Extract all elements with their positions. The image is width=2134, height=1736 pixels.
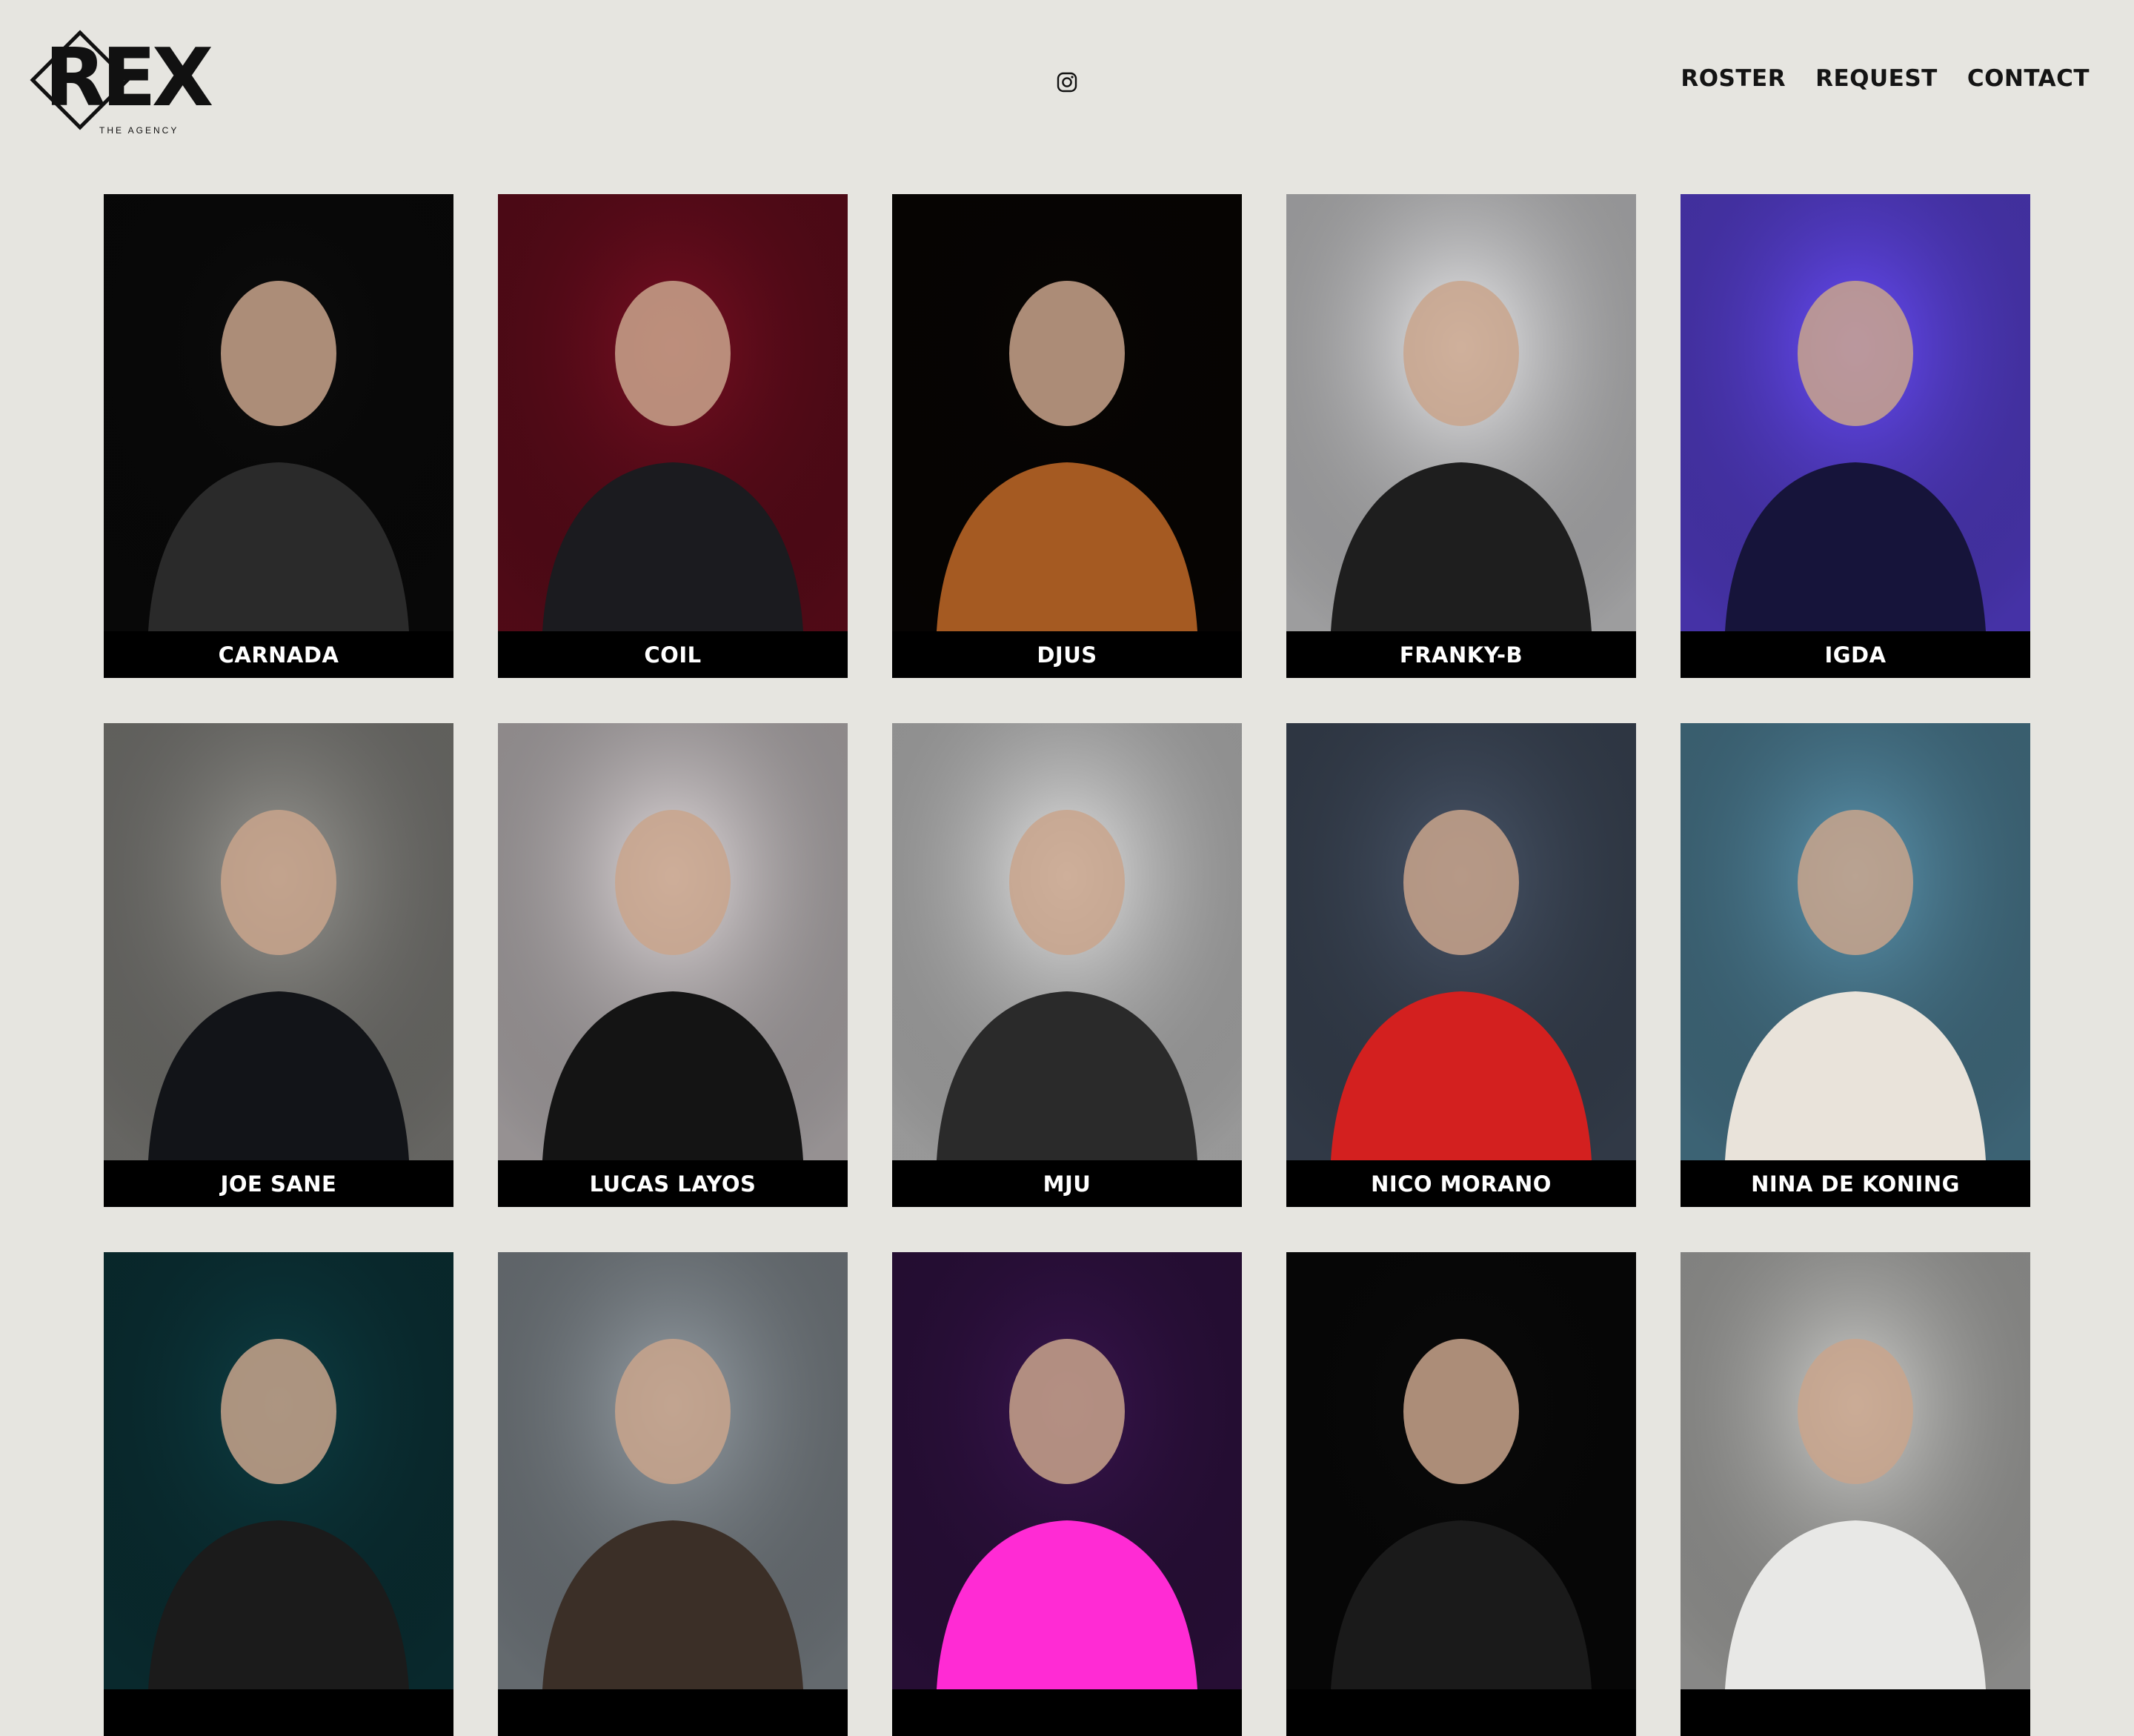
artist-card[interactable]: IGDA	[1681, 194, 2030, 678]
artist-card[interactable]: MJU	[892, 723, 1242, 1207]
artist-photo	[1681, 194, 2030, 631]
artist-name	[1286, 1689, 1636, 1736]
artist-card[interactable]: COIL	[498, 194, 848, 678]
artist-card[interactable]	[104, 1252, 453, 1736]
artist-photo	[892, 1252, 1242, 1689]
artist-card[interactable]: JOE SANE	[104, 723, 453, 1207]
logo-text: REX	[44, 32, 213, 124]
nav-contact-link[interactable]: CONTACT	[1967, 65, 2090, 92]
artist-photo	[498, 723, 848, 1160]
artist-photo	[104, 723, 453, 1160]
artist-name: DJUS	[892, 631, 1242, 678]
artist-photo	[1286, 194, 1636, 631]
rex-logo-mark: REX	[30, 30, 217, 130]
instagram-icon[interactable]	[1056, 71, 1078, 93]
artist-photo	[1286, 723, 1636, 1160]
artist-name: JOE SANE	[104, 1160, 453, 1207]
rex-logo[interactable]: REX THE AGENCY	[28, 28, 250, 139]
artist-photo	[1681, 1252, 2030, 1689]
artist-photo	[892, 723, 1242, 1160]
artist-card[interactable]: DJUS	[892, 194, 1242, 678]
artist-name: COIL	[498, 631, 848, 678]
artist-name: LUCAS LAYOS	[498, 1160, 848, 1207]
artist-photo	[498, 1252, 848, 1689]
artist-card[interactable]	[892, 1252, 1242, 1736]
nav-request-link[interactable]: REQUEST	[1815, 65, 1938, 92]
artist-photo	[892, 194, 1242, 631]
site-header: REX THE AGENCY ROSTER REQUEST CONTACT	[0, 0, 2134, 163]
artist-card[interactable]: NICO MORANO	[1286, 723, 1636, 1207]
logo-subtitle: THE AGENCY	[99, 125, 179, 136]
artist-name	[104, 1689, 453, 1736]
artist-name	[498, 1689, 848, 1736]
artist-card[interactable]	[498, 1252, 848, 1736]
artist-name: IGDA	[1681, 631, 2030, 678]
artist-card[interactable]: CARNADA	[104, 194, 453, 678]
nav-roster-link[interactable]: ROSTER	[1681, 65, 1786, 92]
artist-name: NINA DE KONING	[1681, 1160, 2030, 1207]
main-nav: ROSTER REQUEST CONTACT	[1681, 65, 2090, 92]
artist-card[interactable]: FRANKY-B	[1286, 194, 1636, 678]
artist-card[interactable]	[1286, 1252, 1636, 1736]
artist-name: NICO MORANO	[1286, 1160, 1636, 1207]
roster-grid: CARNADA COIL DJUS FRANKY-B IGDA JOE SANE LUCAS…	[104, 194, 2030, 1736]
artist-name: MJU	[892, 1160, 1242, 1207]
artist-photo	[1286, 1252, 1636, 1689]
artist-name: FRANKY-B	[1286, 631, 1636, 678]
artist-card[interactable]: LUCAS LAYOS	[498, 723, 848, 1207]
artist-name: CARNADA	[104, 631, 453, 678]
artist-photo	[104, 194, 453, 631]
artist-card[interactable]: NINA DE KONING	[1681, 723, 2030, 1207]
artist-photo	[1681, 723, 2030, 1160]
artist-photo	[104, 1252, 453, 1689]
artist-name	[892, 1689, 1242, 1736]
artist-photo	[498, 194, 848, 631]
artist-name	[1681, 1689, 2030, 1736]
artist-card[interactable]	[1681, 1252, 2030, 1736]
